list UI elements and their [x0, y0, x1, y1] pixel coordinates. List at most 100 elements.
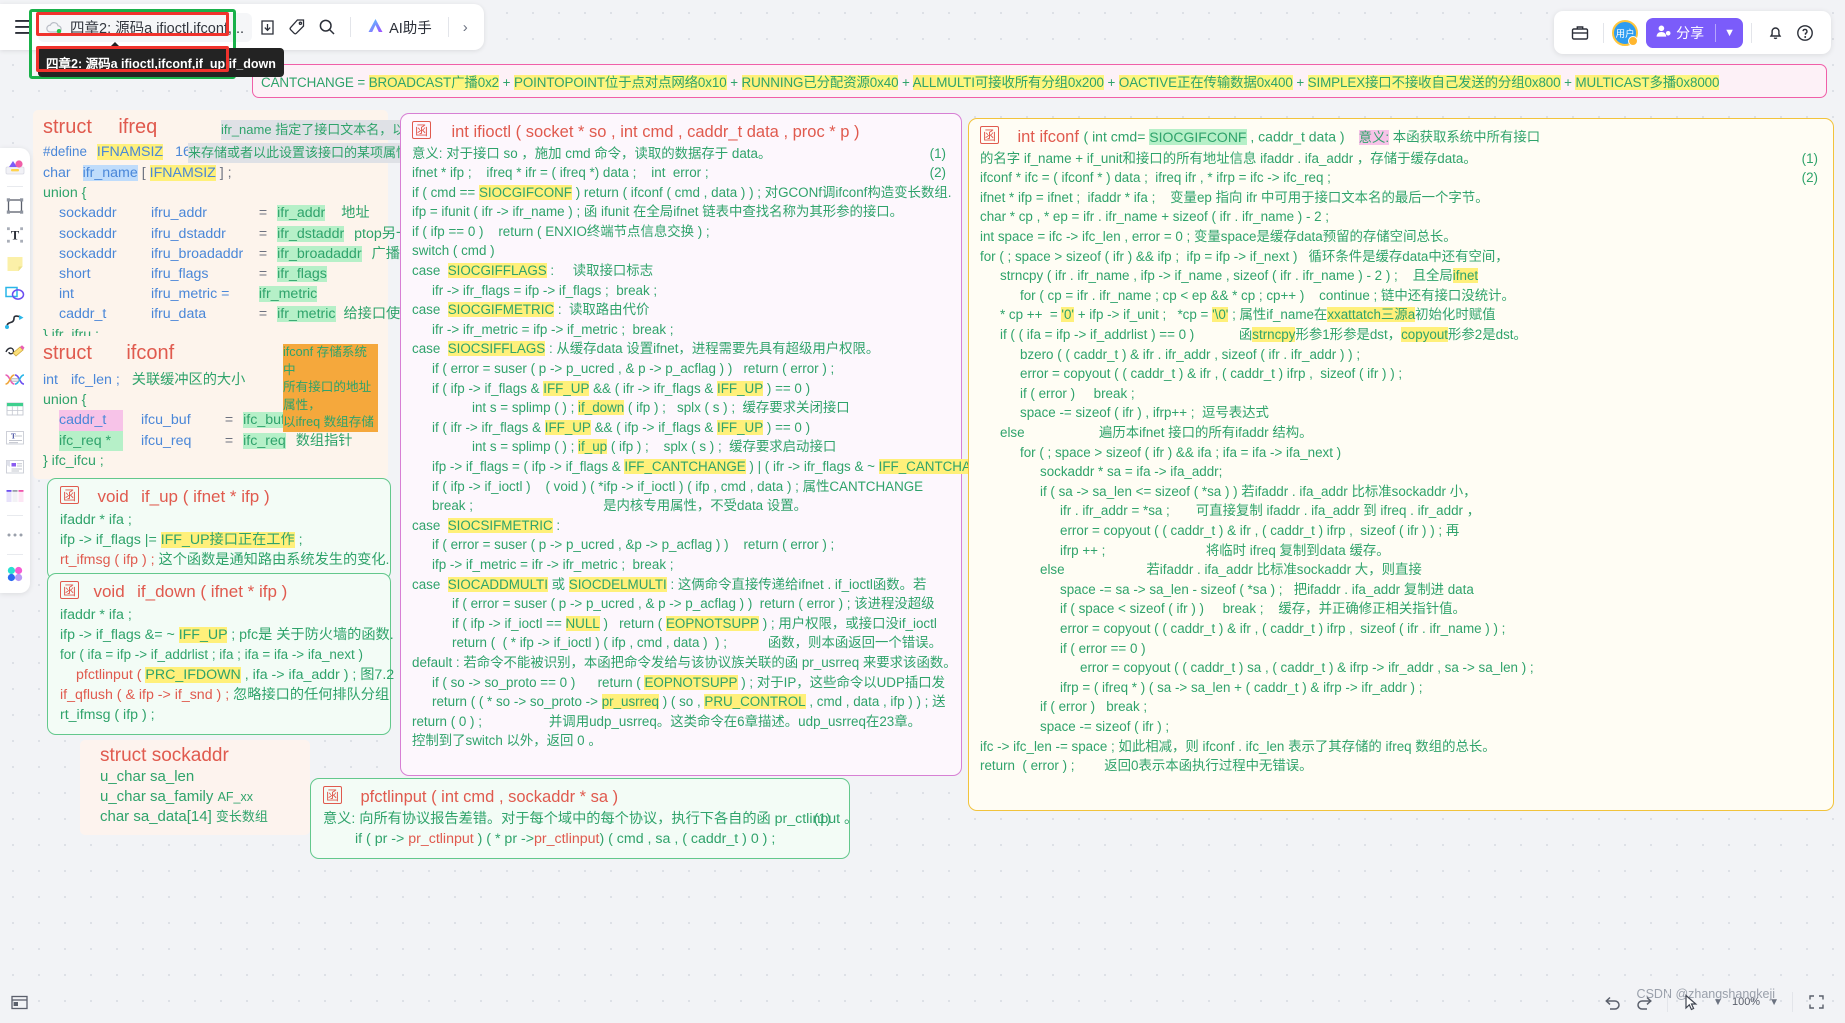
ifreq-ifr-name: ifr_name: [82, 165, 138, 181]
shapes-tool[interactable]: [2, 154, 28, 180]
share-button[interactable]: 分享 ▼: [1646, 17, 1743, 48]
ifconf-title-keyword: struct: [43, 342, 92, 364]
if-down-line-3: for ( ifa = ifp -> if_addrlist ; ifa ; i…: [60, 646, 363, 662]
cursor-dropdown-icon[interactable]: ▼: [1710, 995, 1726, 1010]
search-icon[interactable]: [312, 12, 342, 42]
m-field: ifru_flags: [150, 266, 209, 283]
ifreq-member-row: sockaddr ifru_broadaddr = ifr_broadaddr …: [43, 244, 428, 264]
function-marker-icon: 函: [323, 786, 343, 804]
code-line: default : 若命令不能被识别，本函把命令发给与该协议族关联的函 pr_u…: [412, 654, 957, 670]
m-field: ifru_dstaddr: [150, 225, 226, 242]
l2b: ; pfc是 关于防火墙的函数.: [227, 626, 394, 643]
ifreq-bracket-close: ] ;: [219, 165, 232, 181]
l4a: pfctlinput (: [76, 666, 146, 683]
ai-assistant-button[interactable]: AI助手: [359, 14, 440, 41]
frame-presentation-icon[interactable]: [6, 989, 32, 1015]
ifconf-union-close: } ifc_ifcu ;: [43, 452, 104, 469]
if-down-line-4: pfctlinput ( PRC_IFDOWN , ifa -> ifa_add…: [60, 665, 394, 685]
banner-flag: MULTICAST多播0x8000: [1575, 75, 1720, 90]
ai-assistant-label: AI助手: [389, 20, 432, 37]
briefcase-icon[interactable]: [1565, 18, 1595, 48]
m-field: ifru_metric =: [150, 286, 230, 303]
tag-icon[interactable]: [282, 12, 312, 42]
fullscreen-icon[interactable]: [1803, 989, 1829, 1015]
chevron-down-icon[interactable]: ▼: [1716, 27, 1743, 39]
m-eq: =: [258, 306, 268, 323]
ifreq-note-2: 来存储或者以此设置该接口的某项属性: [188, 143, 410, 164]
ifreq-member-row: short ifru_flags = ifr_flags: [43, 264, 378, 284]
if-up-signature: if_up ( ifnet * ifp ): [141, 486, 270, 506]
share-main[interactable]: 分享: [1646, 23, 1715, 43]
code-line: ifr -> ifr_flags = ifp -> if_flags ; bre…: [432, 282, 658, 298]
code-line: if ( ifr -> ifr_flags & IFF_UP && ( ifp …: [432, 419, 811, 435]
code-line: case SIOCGIFMETRIC : 读取路由代价: [412, 302, 650, 318]
if-up-card: 函 void if_up ( ifnet * ifp ) ifaddr * if…: [47, 478, 391, 581]
pfctlinput-line-1: 意义: 向所有协议报告差错。对于每个域中的每个协议，执行下各自的函 pr_ctl…: [323, 809, 858, 829]
avatar[interactable]: 用户: [1612, 19, 1639, 46]
ifioctl-card: 函 int ifioctl ( socket * so , int cmd , …: [400, 113, 1016, 776]
more-tools[interactable]: [2, 522, 28, 548]
code-line: if ( error ) break ;: [1040, 699, 1148, 715]
code-line: if ( ( ifa = ifp -> if_addrlist ) == 0 )…: [1000, 327, 1527, 343]
if-up-semicolon: ;: [294, 531, 303, 548]
color-palette-tool[interactable]: [2, 561, 28, 587]
card-tool[interactable]: [2, 454, 28, 480]
code-line: if ( cmd == SIOCGIFCONF ) return ( ifcon…: [412, 184, 952, 200]
sa-data: char sa_data[14]: [100, 808, 212, 826]
if-down-signature: if_down ( ifnet * ifp ): [137, 581, 288, 601]
code-line: if ( ifp -> if_flags & IFF_UP && ( ifr -…: [432, 380, 811, 396]
code-line: ifnet * ifp ; ifreq * ifr = ( ifreq *) d…: [412, 165, 946, 181]
bottom-right-controls: ▼ 100% ▼: [1599, 989, 1829, 1015]
undo-icon[interactable]: [1599, 989, 1625, 1015]
code-line: sockaddr * sa = ifa -> ifa_addr;: [1040, 464, 1223, 480]
sa-family-note: AF_xx: [217, 790, 253, 805]
if-up-flag: IFF_UP接口正在工作: [160, 531, 295, 548]
document-title-field[interactable]: 四章2: 源码a ifioctl,ifconf,...: [38, 12, 253, 42]
code-line: strncpy ( ifr . ifr_name , ifp -> if_nam…: [1000, 268, 1479, 284]
export-icon[interactable]: [252, 12, 282, 42]
sticky-note-tool[interactable]: [2, 251, 28, 277]
pen-tool[interactable]: [2, 338, 28, 364]
code-line: return ( 0 ) ; 并调用udp_usrreq。这类命令在6章描述。u…: [412, 713, 921, 729]
help-icon[interactable]: [1790, 18, 1820, 48]
text-tool[interactable]: T: [2, 222, 28, 248]
ifioctl-signature: int ifioctl ( socket * so , int cmd , ca…: [451, 122, 860, 141]
document-title-tooltip: 四章2: 源码a ifioctl,ifconf,if_up,if_down: [38, 42, 284, 77]
select-frame-tool[interactable]: [2, 193, 28, 219]
struct-ifreq-card: struct ifreq ifr_name 指定了接口文本名，以共用体 #def…: [33, 110, 453, 353]
expand-right-icon[interactable]: ›: [457, 15, 474, 40]
zoom-dropdown-icon[interactable]: ▼: [1766, 995, 1782, 1010]
bell-icon[interactable]: [1760, 18, 1790, 48]
menu-icon[interactable]: [8, 12, 38, 42]
banner-flag: BROADCAST广播0x2: [368, 75, 500, 90]
if-down-line-1: ifaddr * ifa ;: [60, 606, 132, 623]
code-line: if ( ifp == 0 ) return ( ENXIO终端节点信息交换 )…: [412, 223, 710, 239]
function-marker-icon: 函: [412, 121, 432, 139]
ifreq-char-kw: char: [43, 165, 71, 181]
redo-icon[interactable]: [1631, 989, 1657, 1015]
code-line: ifp -> if_metric = ifr -> ifr_metric ; b…: [432, 556, 674, 572]
code-line: if ( space < sizeof ( ifr ) ) break ; 缓存…: [1060, 601, 1466, 617]
code-line: int space = ifc -> ifc_len , error = 0 ;…: [980, 229, 1457, 245]
shape-tool[interactable]: [2, 280, 28, 306]
code-line: error = copyout ( ( caddr_t ) & ifr , ( …: [1060, 620, 1506, 636]
kanban-tool[interactable]: [2, 483, 28, 509]
zoom-level[interactable]: 100%: [1732, 996, 1760, 1008]
code-line: char * cp , * ep = ifr . ifr_name + size…: [980, 209, 1330, 225]
code-line: int s = splimp ( ) ; if_up ( ifp ) ; spl…: [472, 439, 837, 455]
ifconf-fn-params-a: ( int cmd=: [1083, 128, 1150, 145]
sockaddr-line-1: u_char sa_len: [100, 768, 195, 785]
toolbar-divider-2: [447, 17, 449, 37]
code-line: break ; 是内核专用属性，不受data 设置。: [432, 498, 808, 514]
cursor-icon[interactable]: [1678, 989, 1704, 1015]
m-field: ifcu_buf: [140, 412, 191, 429]
table-tool[interactable]: [2, 396, 28, 422]
connector-tool[interactable]: [2, 309, 28, 335]
m-field: ifcu_req: [140, 432, 192, 449]
l4b: , ifa -> ifa_addr ) ; 图7.2: [240, 666, 395, 683]
m-alias: ifr_metric: [277, 306, 336, 323]
curve-tool[interactable]: [2, 367, 28, 393]
text-card-tool[interactable]: T: [2, 425, 28, 451]
code-line: return ( ( * so -> so_proto -> pr_usrreq…: [432, 694, 946, 710]
ifconf-fn-cmd: SIOCGIFCONF: [1149, 128, 1247, 145]
